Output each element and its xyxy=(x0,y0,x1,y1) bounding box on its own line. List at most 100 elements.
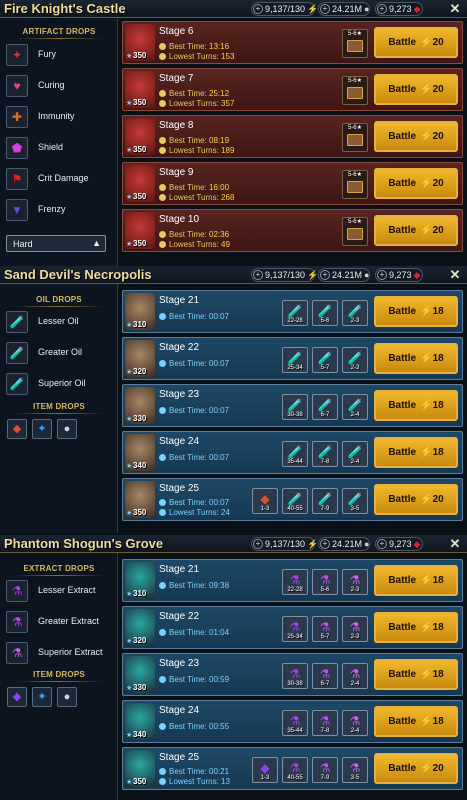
lesser-extract-icon[interactable]: ⚗ 40-55 xyxy=(282,757,308,783)
lesser-oil-icon[interactable]: 🧪 30-38 xyxy=(282,394,308,420)
close-icon[interactable]: ✕ xyxy=(448,267,462,282)
superior-extract-icon[interactable]: ⚗ 2-3 xyxy=(342,569,368,595)
stage-row[interactable]: ★ 330 Stage 23 Best Time: 00:59 ⚗ 30-38 ⚗ 6… xyxy=(122,653,463,696)
plus-icon[interactable]: + xyxy=(320,270,330,280)
plus-icon[interactable]: + xyxy=(320,539,330,549)
purple-stone-icon[interactable]: ◆ xyxy=(7,687,27,707)
greater-extract-icon[interactable]: ⚗ 5-6 xyxy=(312,569,338,595)
lesser-oil-icon[interactable]: 🧪 35-44 xyxy=(282,441,308,467)
sidebar-item-fury[interactable]: ✦ Fury xyxy=(6,44,114,66)
stage-row[interactable]: ★ 330 Stage 23 Best Time: 00:07 🧪 30-38 🧪 6… xyxy=(122,384,463,427)
battle-button[interactable]: Battle ⚡20 xyxy=(374,753,458,784)
stage-row[interactable]: ★ 320 Stage 22 Best Time: 01:04 ⚗ 25-34 ⚗ 5… xyxy=(122,606,463,649)
battle-button[interactable]: Battle ⚡18 xyxy=(374,612,458,643)
battle-button[interactable]: Battle ⚡20 xyxy=(374,215,458,246)
battle-button[interactable]: Battle ⚡20 xyxy=(374,484,458,515)
plus-icon[interactable]: + xyxy=(253,4,263,14)
sidebar-item-shield[interactable]: ⬟ Shield xyxy=(6,137,114,159)
silver-coin-icon[interactable]: ● xyxy=(57,687,77,707)
artifact-chest-icon[interactable]: 5-6★ xyxy=(342,170,368,199)
battle-button[interactable]: Battle ⚡20 xyxy=(374,27,458,58)
plus-icon[interactable]: + xyxy=(377,4,387,14)
stage-row[interactable]: ★ 350 Stage 7 Best Time: 25:12 Lowest Tur… xyxy=(122,68,463,111)
fire-stone-icon[interactable]: ◆ 1-3 xyxy=(252,488,278,514)
superior-oil-icon[interactable]: 🧪 2-4 xyxy=(342,394,368,420)
plus-icon[interactable]: + xyxy=(253,539,263,549)
superior-oil-icon[interactable]: 🧪 2-3 xyxy=(342,347,368,373)
lesser-extract-icon[interactable]: ⚗ 25-34 xyxy=(282,616,308,642)
sidebar-item-greater-extract[interactable]: ⚗ Greater Extract xyxy=(6,611,114,633)
battle-button[interactable]: Battle ⚡18 xyxy=(374,565,458,596)
stage-row[interactable]: ★ 340 Stage 24 Best Time: 00:55 ⚗ 35-44 ⚗ 7… xyxy=(122,700,463,743)
energy-counter[interactable]: + 9,137/130 ⚡ xyxy=(251,268,318,282)
battle-button[interactable]: Battle ⚡18 xyxy=(374,659,458,690)
greater-oil-icon[interactable]: 🧪 6-7 xyxy=(312,394,338,420)
stage-row[interactable]: ★ 310 Stage 21 Best Time: 09:38 ⚗ 22-28 ⚗ 5… xyxy=(122,559,463,602)
lesser-oil-icon[interactable]: 🧪 25-34 xyxy=(282,347,308,373)
purple-stone-icon[interactable]: ◆ 1-3 xyxy=(252,757,278,783)
battle-button[interactable]: Battle ⚡20 xyxy=(374,168,458,199)
greater-extract-icon[interactable]: ⚗ 5-7 xyxy=(312,616,338,642)
gem-counter[interactable]: + 9,273 ◆ xyxy=(375,268,423,282)
gem-counter[interactable]: + 9,273 ◆ xyxy=(375,2,423,16)
plus-icon[interactable]: + xyxy=(377,270,387,280)
silver-counter[interactable]: + 24.21M ● xyxy=(318,268,370,282)
stage-row[interactable]: ★ 350 Stage 8 Best Time: 08:19 Lowest Tur… xyxy=(122,115,463,158)
fire-stone-icon[interactable]: ◆ xyxy=(7,419,27,439)
greater-oil-icon[interactable]: 🧪 5-7 xyxy=(312,347,338,373)
greater-oil-icon[interactable]: 🧪 7-8 xyxy=(312,441,338,467)
sidebar-item-greater-oil[interactable]: 🧪 Greater Oil xyxy=(6,342,114,364)
blue-shard-icon[interactable]: ✦ xyxy=(32,687,52,707)
superior-extract-icon[interactable]: ⚗ 2-4 xyxy=(342,710,368,736)
energy-counter[interactable]: + 9,137/130 ⚡ xyxy=(251,537,318,551)
greater-extract-icon[interactable]: ⚗ 7-8 xyxy=(312,710,338,736)
silver-coin-icon[interactable]: ● xyxy=(57,419,77,439)
blue-shard-icon[interactable]: ✦ xyxy=(32,419,52,439)
superior-extract-icon[interactable]: ⚗ 2-3 xyxy=(342,616,368,642)
sidebar-item-superior-extract[interactable]: ⚗ Superior Extract xyxy=(6,642,114,664)
lesser-extract-icon[interactable]: ⚗ 35-44 xyxy=(282,710,308,736)
lesser-oil-icon[interactable]: 🧪 40-55 xyxy=(282,488,308,514)
close-icon[interactable]: ✕ xyxy=(448,536,462,551)
plus-icon[interactable]: + xyxy=(320,4,330,14)
plus-icon[interactable]: + xyxy=(377,539,387,549)
close-icon[interactable]: ✕ xyxy=(448,1,462,16)
battle-button[interactable]: Battle ⚡18 xyxy=(374,343,458,374)
sidebar-item-lesser-oil[interactable]: 🧪 Lesser Oil xyxy=(6,311,114,333)
stage-row[interactable]: ★ 350 Stage 6 Best Time: 13:16 Lowest Tur… xyxy=(122,21,463,64)
greater-oil-icon[interactable]: 🧪 5-6 xyxy=(312,300,338,326)
plus-icon[interactable]: + xyxy=(253,270,263,280)
sidebar-item-crit-damage[interactable]: ⚑ Crit Damage xyxy=(6,168,114,190)
difficulty-dropdown[interactable]: Hard ▲ xyxy=(6,235,106,252)
energy-counter[interactable]: + 9,137/130 ⚡ xyxy=(251,2,318,16)
sidebar-item-superior-oil[interactable]: 🧪 Superior Oil xyxy=(6,373,114,395)
artifact-chest-icon[interactable]: 5-6★ xyxy=(342,76,368,105)
sidebar-item-curing[interactable]: ♥ Curing xyxy=(6,75,114,97)
battle-button[interactable]: Battle ⚡18 xyxy=(374,390,458,421)
artifact-chest-icon[interactable]: 5-6★ xyxy=(342,29,368,58)
superior-oil-icon[interactable]: 🧪 3-5 xyxy=(342,488,368,514)
stage-row[interactable]: ★ 350 Stage 10 Best Time: 02:36 Lowest Tu… xyxy=(122,209,463,252)
stage-row[interactable]: ★ 340 Stage 24 Best Time: 00:07 🧪 35-44 🧪 7… xyxy=(122,431,463,474)
lesser-extract-icon[interactable]: ⚗ 30-38 xyxy=(282,663,308,689)
greater-oil-icon[interactable]: 🧪 7-9 xyxy=(312,488,338,514)
artifact-chest-icon[interactable]: 5-6★ xyxy=(342,217,368,246)
artifact-chest-icon[interactable]: 5-6★ xyxy=(342,123,368,152)
silver-counter[interactable]: + 24.21M ● xyxy=(318,537,370,551)
battle-button[interactable]: Battle ⚡18 xyxy=(374,706,458,737)
lesser-extract-icon[interactable]: ⚗ 22-28 xyxy=(282,569,308,595)
superior-oil-icon[interactable]: 🧪 2-4 xyxy=(342,441,368,467)
sidebar-item-lesser-extract[interactable]: ⚗ Lesser Extract xyxy=(6,580,114,602)
battle-button[interactable]: Battle ⚡20 xyxy=(374,121,458,152)
greater-extract-icon[interactable]: ⚗ 7-9 xyxy=(312,757,338,783)
sidebar-item-immunity[interactable]: ✚ Immunity xyxy=(6,106,114,128)
stage-row[interactable]: ★ 350 Stage 9 Best Time: 16:00 Lowest Tur… xyxy=(122,162,463,205)
stage-row[interactable]: ★ 320 Stage 22 Best Time: 00:07 🧪 25-34 🧪 5… xyxy=(122,337,463,380)
superior-extract-icon[interactable]: ⚗ 2-4 xyxy=(342,663,368,689)
lesser-oil-icon[interactable]: 🧪 22-28 xyxy=(282,300,308,326)
stage-row[interactable]: ★ 350 Stage 25 Best Time: 00:21 Lowest Tu… xyxy=(122,747,463,790)
gem-counter[interactable]: + 9,273 ◆ xyxy=(375,537,423,551)
stage-row[interactable]: ★ 310 Stage 21 Best Time: 00:07 🧪 22-28 🧪 5… xyxy=(122,290,463,333)
superior-extract-icon[interactable]: ⚗ 3-5 xyxy=(342,757,368,783)
battle-button[interactable]: Battle ⚡18 xyxy=(374,437,458,468)
